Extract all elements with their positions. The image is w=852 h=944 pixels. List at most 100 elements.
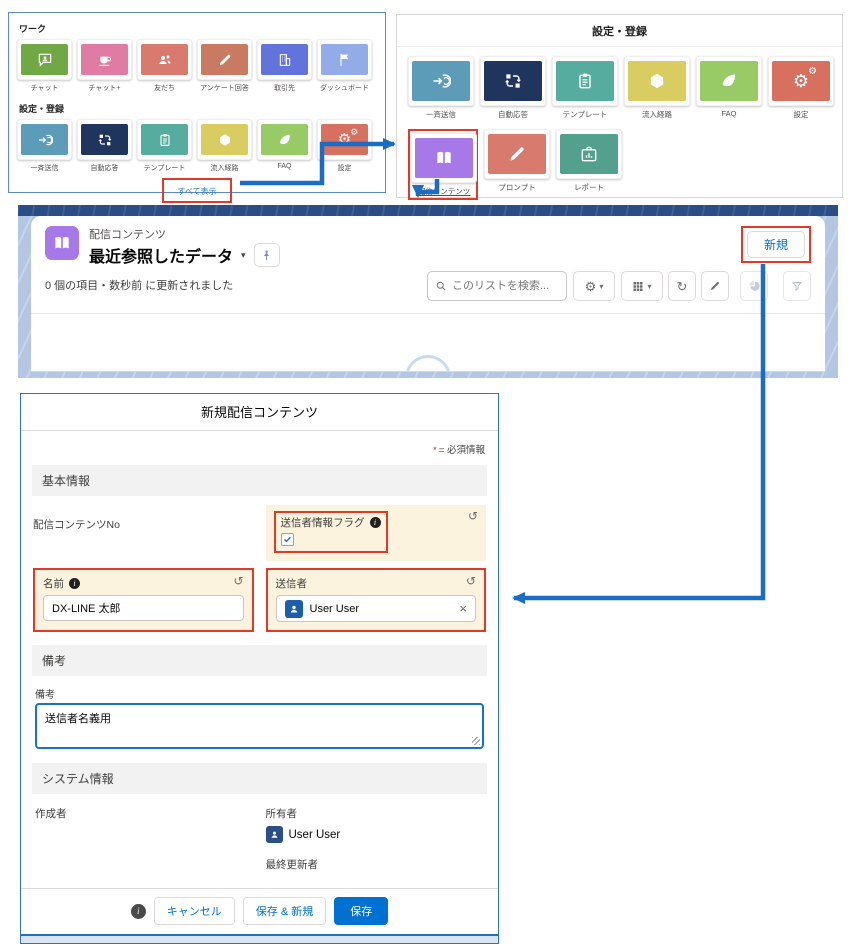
required-asterisk: * <box>433 445 437 456</box>
flag-icon <box>337 52 353 68</box>
sender-value: User User <box>310 603 360 615</box>
app-tile-accounts[interactable]: 取引先 <box>257 39 312 93</box>
charts-button[interactable] <box>740 271 768 301</box>
app-tile-auto-reply[interactable]: 自動応答 <box>77 119 132 173</box>
save-and-new-button[interactable]: 保存 & 新規 <box>243 897 326 925</box>
pie-chart-icon <box>748 280 761 293</box>
name-label: 名前 <box>43 576 64 591</box>
app-tile-faq[interactable]: FAQ <box>696 56 762 118</box>
app-tile-inflow-route[interactable]: 流入経路 <box>197 119 252 173</box>
app-tile-label: ダッシュボード <box>317 83 372 93</box>
chat-bubble-person-icon <box>37 52 53 68</box>
report-icon <box>579 144 599 164</box>
filter-funnel-icon <box>791 280 803 292</box>
app-tile-label: テンプレート <box>137 163 192 173</box>
app-tile-label: テンプレート <box>552 109 618 120</box>
app-tile-auto-reply[interactable]: 自動応答 <box>480 56 546 120</box>
remove-x-icon[interactable]: × <box>459 602 467 615</box>
inline-edit-button[interactable] <box>701 271 729 301</box>
app-tile-settings[interactable]: ⚙⚙ 設定 <box>317 119 372 173</box>
app-tile-dashboard[interactable]: ダッシュボード <box>317 39 372 93</box>
field-content-no-label: 配信コンテンツNo <box>33 505 254 561</box>
edit-pencil-icon <box>709 280 721 292</box>
delivery-content-object-icon <box>45 226 79 260</box>
app-tile-label: 友だち <box>137 83 192 93</box>
section-header-notes: 備考 <box>32 645 487 676</box>
modal-title: 新規配信コンテンツ <box>21 394 498 431</box>
app-tile-template[interactable]: テンプレート <box>552 56 618 120</box>
app-tile-label: 流入経路 <box>624 109 690 120</box>
refresh-button[interactable]: ↻ <box>668 271 696 301</box>
app-tile-faq[interactable]: FAQ <box>257 119 312 173</box>
new-record-button[interactable]: 新規 <box>747 231 805 258</box>
info-icon[interactable]: i <box>69 578 80 589</box>
user-avatar-icon <box>285 600 303 618</box>
required-note: *= 必須情報 <box>34 442 485 456</box>
auto-flow-icon <box>97 132 113 148</box>
loading-spinner <box>405 355 451 372</box>
list-settings-button[interactable]: ⚙▾ <box>573 271 615 301</box>
app-tile-settings[interactable]: ⚙⚙ 設定 <box>768 56 834 120</box>
undo-icon[interactable]: ↺ <box>233 575 243 587</box>
owner-label: 所有者 <box>266 806 485 821</box>
list-status-text: 0 個の項目・数秒前 に更新されました <box>45 277 233 301</box>
app-tile-label: 配信コンテンツ <box>411 186 477 197</box>
display-as-button[interactable]: ▾ <box>621 271 663 301</box>
app-tile-label: FAQ <box>696 109 762 118</box>
section-header-system: システム情報 <box>32 763 487 794</box>
people-icon <box>157 52 173 68</box>
app-tile-template[interactable]: テンプレート <box>137 119 192 173</box>
last-modified-label: 最終更新者 <box>266 857 485 872</box>
show-all-link[interactable]: すべて表示 <box>177 187 216 196</box>
undo-icon[interactable]: ↺ <box>466 575 476 587</box>
hexagon-icon <box>647 71 667 91</box>
pencil-icon <box>507 144 527 164</box>
app-tile-survey[interactable]: アンケート回答 <box>197 39 252 93</box>
chevron-down-icon: ▾ <box>599 282 603 291</box>
chevron-down-icon[interactable]: ▾ <box>241 250 246 261</box>
app-tile-label: プロンプト <box>484 182 550 193</box>
field-name: 名前 i ↺ <box>33 568 254 632</box>
gear-icon: ⚙ <box>585 280 597 293</box>
auto-flow-icon <box>503 71 523 91</box>
save-button[interactable]: 保存 <box>334 897 388 925</box>
pin-list-view-button[interactable] <box>254 243 280 267</box>
app-tile-label: FAQ <box>257 163 312 170</box>
app-tile-inflow-route[interactable]: 流入経路 <box>624 56 690 120</box>
list-search-box[interactable] <box>427 271 567 301</box>
sender-flag-checkbox[interactable] <box>281 533 294 546</box>
app-tile-delivery-content[interactable]: 配信コンテンツ <box>411 133 477 197</box>
app-tile-chat[interactable]: チャット <box>17 39 72 93</box>
quick-access-panel: ワーク チャット チャット+ 友だち アンケート回答 取引先 ダッシュボード 設… <box>8 12 386 193</box>
filter-button[interactable] <box>783 271 811 301</box>
app-tile-label: 一斉送信 <box>17 163 72 173</box>
undo-icon[interactable]: ↺ <box>468 510 478 522</box>
send-target-icon <box>431 71 451 91</box>
new-record-modal: 新規配信コンテンツ *= 必須情報 基本情報 配信コンテンツNo 送信者情報フラ… <box>20 393 499 944</box>
building-icon <box>277 52 293 68</box>
list-view-card: 配信コンテンツ 最近参照したデータ ▾ 新規 0 個の項目・数秒前 に更新されま… <box>31 216 825 372</box>
leaf-icon <box>277 132 293 148</box>
field-sender-flag: 送信者情報フラグ i ↺ <box>266 505 487 561</box>
sender-flag-highlight-box: 送信者情報フラグ i <box>274 511 388 553</box>
table-icon <box>632 280 644 292</box>
search-input[interactable] <box>452 280 559 292</box>
app-tile-chat-plus[interactable]: チャット+ <box>77 39 132 93</box>
delivery-content-highlight-box: 配信コンテンツ <box>408 129 478 200</box>
app-tile-report[interactable]: レポート <box>556 129 622 193</box>
app-tile-bulk-send[interactable]: 一斉送信 <box>17 119 72 173</box>
notes-textarea[interactable]: 送信者名義用 <box>35 703 484 749</box>
app-tile-prompt[interactable]: プロンプト <box>484 129 550 193</box>
hexagon-icon <box>217 132 233 148</box>
app-tile-friends[interactable]: 友だち <box>137 39 192 93</box>
list-view-title[interactable]: 最近参照したデータ <box>89 243 233 267</box>
app-tile-label: 取引先 <box>257 83 312 93</box>
info-icon[interactable]: i <box>131 904 146 919</box>
name-input[interactable] <box>43 595 244 621</box>
sender-flag-label: 送信者情報フラグ <box>281 515 365 530</box>
app-tile-label: アンケート回答 <box>197 83 252 93</box>
cancel-button[interactable]: キャンセル <box>154 897 235 925</box>
sender-lookup-pill[interactable]: User User × <box>276 595 477 622</box>
info-icon[interactable]: i <box>370 517 381 528</box>
app-tile-bulk-send[interactable]: 一斉送信 <box>408 56 474 120</box>
